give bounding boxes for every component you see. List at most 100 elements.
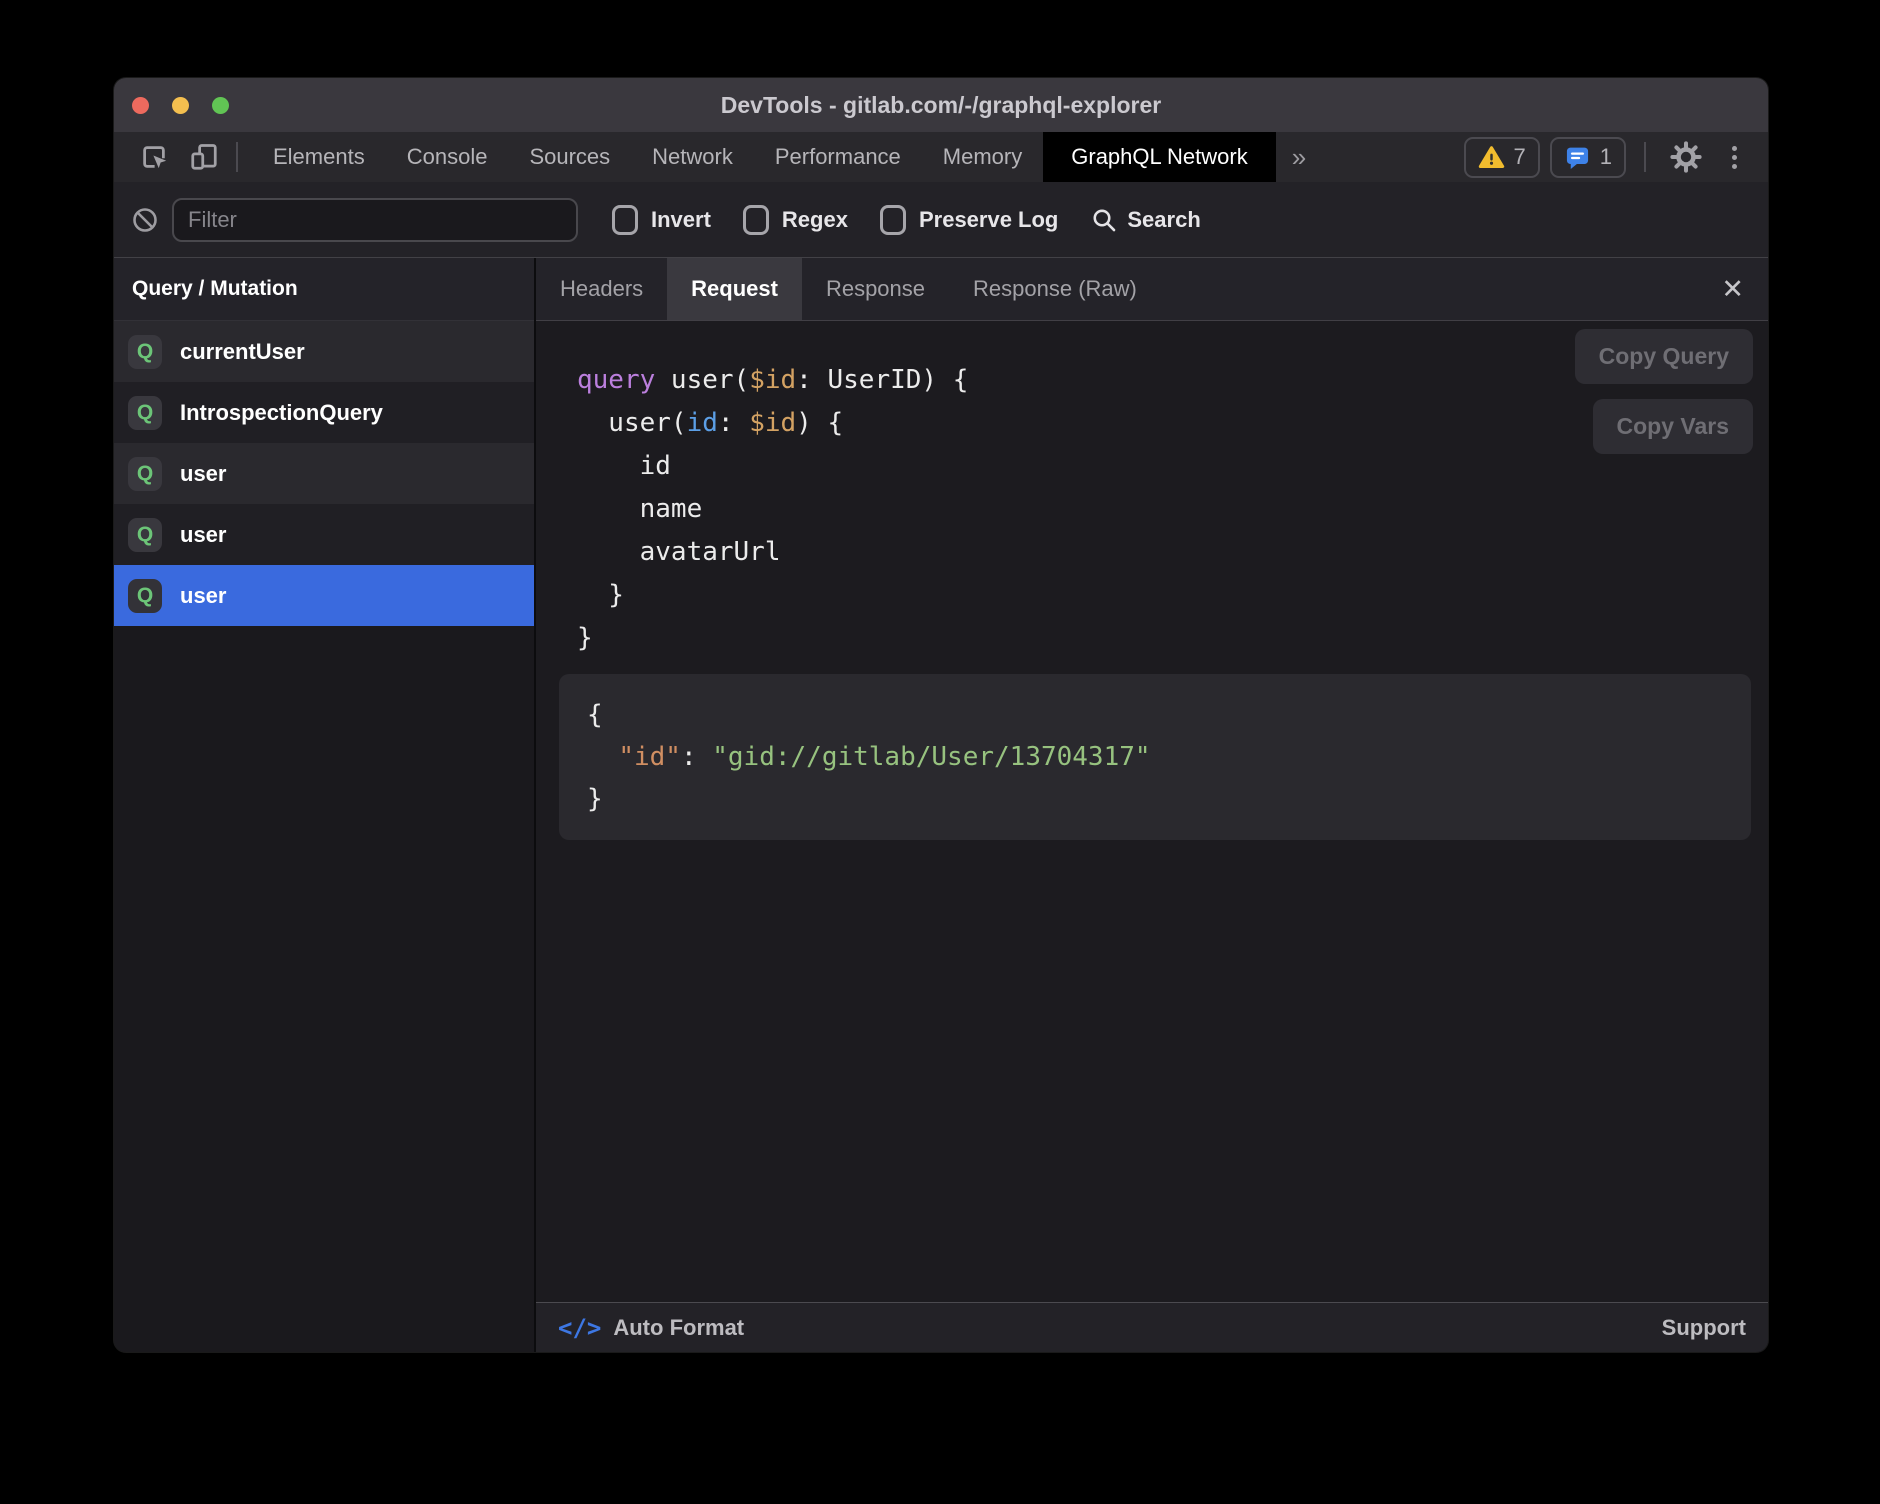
inspect-element-button[interactable]: [138, 142, 170, 172]
device-toolbar-button[interactable]: [188, 142, 220, 172]
code-token: $id: [749, 365, 796, 395]
desktop-background: { "colors": { "accent_blue": "#3a6ade", …: [0, 0, 1880, 1504]
code-token: {: [587, 700, 603, 730]
detail-tab-response-raw[interactable]: Response (Raw): [949, 258, 1161, 320]
auto-format-button[interactable]: </> Auto Format: [558, 1314, 744, 1342]
query-name: user: [180, 461, 226, 487]
toolbar-tab-graphql-network[interactable]: GraphQL Network: [1043, 132, 1275, 182]
code-token: "id": [618, 742, 681, 772]
detail-panel: HeadersRequestResponseResponse (Raw) ✕ C…: [536, 258, 1768, 1352]
copy-buttons: Copy Query Copy Vars: [1575, 329, 1753, 454]
code-line: avatarUrl: [577, 531, 1768, 574]
copy-query-button[interactable]: Copy Query: [1575, 329, 1753, 384]
close-window-button[interactable]: [132, 97, 149, 114]
messages-count: 1: [1600, 144, 1612, 170]
code-token: $id: [749, 408, 796, 438]
kebab-dot: [1732, 155, 1737, 160]
query-list-item-user[interactable]: Quser: [114, 504, 534, 565]
kebab-dot: [1732, 164, 1737, 169]
code-brackets-icon: </>: [558, 1314, 601, 1342]
checkbox-label-regex: Regex: [782, 207, 848, 233]
toolbar-tab-sources[interactable]: Sources: [508, 132, 631, 182]
warnings-count: 7: [1514, 144, 1526, 170]
devtools-toolbar: ElementsConsoleSourcesNetworkPerformance…: [114, 132, 1768, 182]
copy-vars-button[interactable]: Copy Vars: [1593, 399, 1754, 454]
detail-tabs-spacer: [1161, 258, 1698, 320]
block-requests-button[interactable]: [130, 206, 160, 234]
code-token: : UserID) {: [796, 365, 968, 395]
more-tabs-button[interactable]: »: [1276, 142, 1322, 173]
checkbox-invert[interactable]: [612, 205, 638, 235]
query-list: QcurrentUserQIntrospectionQueryQuserQuse…: [114, 321, 534, 626]
code-token: :: [718, 408, 749, 438]
query-list-item-user[interactable]: Quser: [114, 565, 534, 626]
toolbar-divider-2: [1644, 142, 1646, 172]
titlebar: DevTools - gitlab.com/-/graphql-explorer: [114, 78, 1768, 132]
code-token: :: [681, 742, 712, 772]
checkbox-preserve-log[interactable]: [880, 205, 906, 235]
query-type-badge: Q: [128, 518, 162, 552]
code-line: }: [587, 778, 1723, 820]
detail-tabs-row: HeadersRequestResponseResponse (Raw) ✕: [536, 258, 1768, 321]
query-name: user: [180, 522, 226, 548]
code-token: avatarUrl: [577, 537, 781, 567]
auto-format-label: Auto Format: [613, 1315, 744, 1341]
detail-tabs: HeadersRequestResponseResponse (Raw): [536, 258, 1161, 320]
gear-icon: [1670, 141, 1702, 173]
more-options-button[interactable]: [1714, 146, 1754, 169]
checkbox-regex[interactable]: [743, 205, 769, 235]
query-list-item-introspectionquery[interactable]: QIntrospectionQuery: [114, 382, 534, 443]
code-token: user(: [577, 408, 687, 438]
variables-code: { "id": "gid://gitlab/User/13704317"}: [587, 694, 1723, 820]
code-line: name: [577, 488, 1768, 531]
toolbar-tab-console[interactable]: Console: [386, 132, 509, 182]
chat-bubble-icon: [1564, 144, 1591, 171]
detail-tab-request[interactable]: Request: [667, 258, 802, 320]
filter-input[interactable]: [172, 198, 578, 242]
query-list-item-user[interactable]: Quser: [114, 443, 534, 504]
warnings-badge[interactable]: 7: [1464, 137, 1540, 178]
toolbar-tab-performance[interactable]: Performance: [754, 132, 922, 182]
settings-gear-button[interactable]: [1664, 141, 1708, 173]
device-toolbar-icon: [189, 142, 219, 172]
code-line: {: [587, 694, 1723, 736]
footer-bar: </> Auto Format Support: [536, 1302, 1768, 1352]
filter-option-invert[interactable]: Invert: [612, 205, 711, 235]
warning-icon: [1478, 144, 1505, 171]
code-token: }: [577, 623, 593, 653]
filter-option-regex[interactable]: Regex: [743, 205, 848, 235]
query-list-item-currentuser[interactable]: QcurrentUser: [114, 321, 534, 382]
code-token: id: [577, 451, 671, 481]
request-content: Copy Query Copy Vars query user($id: Use…: [536, 321, 1768, 1302]
support-link[interactable]: Support: [1662, 1315, 1746, 1341]
sidebar: Query / Mutation QcurrentUserQIntrospect…: [114, 258, 536, 1352]
code-token: name: [577, 494, 702, 524]
detail-tab-response[interactable]: Response: [802, 258, 949, 320]
code-token: ) {: [796, 408, 843, 438]
checkbox-label-preserve-log: Preserve Log: [919, 207, 1058, 233]
code-token: [587, 742, 618, 772]
toolbar-tab-network[interactable]: Network: [631, 132, 754, 182]
search-button[interactable]: Search: [1090, 206, 1200, 234]
query-name: IntrospectionQuery: [180, 400, 383, 426]
filter-option-preserve-log[interactable]: Preserve Log: [880, 205, 1058, 235]
code-token: id: [687, 408, 718, 438]
toolbar-tab-elements[interactable]: Elements: [252, 132, 386, 182]
close-panel-button[interactable]: ✕: [1697, 258, 1768, 320]
query-type-badge: Q: [128, 579, 162, 613]
query-name: currentUser: [180, 339, 305, 365]
code-token: user(: [655, 365, 749, 395]
zoom-window-button[interactable]: [212, 97, 229, 114]
main-area: Query / Mutation QcurrentUserQIntrospect…: [114, 258, 1768, 1352]
code-line: }: [577, 617, 1768, 660]
toolbar-tab-memory[interactable]: Memory: [922, 132, 1043, 182]
query-type-badge: Q: [128, 335, 162, 369]
query-type-badge: Q: [128, 457, 162, 491]
code-line: "id": "gid://gitlab/User/13704317": [587, 736, 1723, 778]
devtools-window: DevTools - gitlab.com/-/graphql-explorer…: [114, 78, 1768, 1352]
minimize-window-button[interactable]: [172, 97, 189, 114]
detail-tab-headers[interactable]: Headers: [536, 258, 667, 320]
query-name: user: [180, 583, 226, 609]
messages-badge[interactable]: 1: [1550, 137, 1626, 178]
code-token: }: [587, 784, 603, 814]
